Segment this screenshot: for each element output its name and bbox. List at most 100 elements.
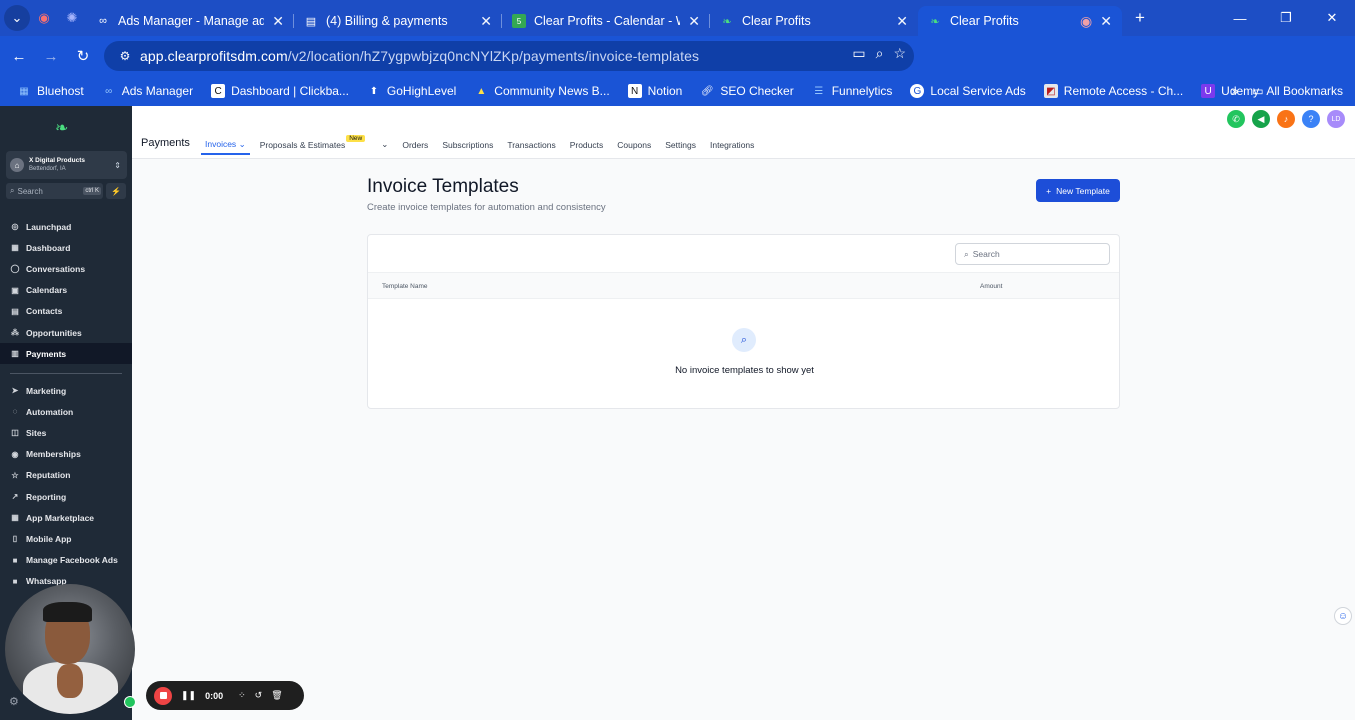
address-bar-row: ← → ↻ ⚙ app.clearprofitsdm.com/v2/locati…: [0, 36, 1355, 104]
close-tab-icon[interactable]: ✕: [1100, 13, 1112, 30]
udemy-icon: U: [1201, 84, 1216, 98]
bookmark-notion[interactable]: N Notion: [619, 84, 692, 98]
tab-coupons[interactable]: Coupons: [617, 140, 651, 150]
search-icon: ⌕: [964, 248, 969, 259]
sidebar-item-marketing[interactable]: ➤ Marketing: [0, 380, 132, 401]
close-tab-icon[interactable]: ✕: [688, 13, 700, 30]
tabs-more-chevron-icon[interactable]: ⌄: [381, 139, 388, 150]
quick-actions-icon[interactable]: ⚡: [106, 183, 126, 199]
camera-icon[interactable]: ▭: [852, 45, 865, 62]
sidebar-item-opportunities[interactable]: ⁂ Opportunities: [0, 322, 132, 343]
url-text: app.clearprofitsdm.com/v2/location/hZ7yg…: [140, 48, 700, 64]
all-bookmarks-button[interactable]: ▭ All Bookmarks: [1252, 84, 1343, 98]
tab-subscriptions[interactable]: Subscriptions: [442, 140, 493, 150]
bookmark-seo-checker[interactable]: 🔗︎ SEO Checker: [691, 84, 802, 98]
shortcut-badge: ctrl K: [83, 187, 101, 195]
record-indicator-icon[interactable]: ◉: [30, 4, 58, 32]
table-toolbar: ⌕ Search: [368, 235, 1119, 273]
bookmark-funnelytics[interactable]: ☰ Funnelytics: [803, 84, 902, 98]
tab-products[interactable]: Products: [570, 140, 604, 150]
pause-icon[interactable]: ❚❚: [181, 690, 196, 701]
recording-toolbar: ❚❚ 0:00 ⁘ ↺ 🗑︎: [146, 681, 304, 710]
browser-tab-clear-profits[interactable]: ❧ Clear Profits ✕: [710, 6, 918, 36]
close-tab-icon[interactable]: ✕: [480, 13, 492, 30]
browser-tab-calendar[interactable]: 5 Clear Profits - Calendar - Week ✕: [502, 6, 710, 36]
page-title: Payments: [141, 137, 190, 149]
payments-tabs: Invoices ⌄ Proposals & Estimates New ⌄ Or…: [201, 134, 768, 155]
site-info-icon[interactable]: ⚙: [110, 49, 140, 63]
browser-tab-clear-profits-active[interactable]: ❧ Clear Profits ◉ ✕: [918, 6, 1122, 36]
close-window-icon[interactable]: ✕: [1309, 10, 1355, 26]
star-icon: ☆: [11, 470, 19, 480]
bookmarks-overflow-button[interactable]: »: [1232, 84, 1239, 98]
restore-icon[interactable]: ❐: [1263, 10, 1309, 26]
sidebar-search[interactable]: ⌕ Search ctrl K: [6, 183, 103, 199]
drag-handle-icon[interactable]: ⁘: [238, 690, 246, 701]
sidebar-item-conversations[interactable]: ◯ Conversations: [0, 258, 132, 279]
automation-icon: ◌: [12, 407, 18, 417]
template-search-input[interactable]: ⌕ Search: [955, 243, 1110, 265]
megaphone-icon[interactable]: ◀: [1252, 110, 1270, 128]
trash-icon[interactable]: 🗑︎: [271, 690, 282, 701]
help-icon[interactable]: ?: [1302, 110, 1320, 128]
bookmark-community-news[interactable]: ▲ Community News B...: [465, 84, 618, 98]
back-icon[interactable]: ←: [3, 40, 35, 72]
bookmark-gohighlevel[interactable]: ⬆ GoHighLevel: [358, 84, 465, 98]
bookmark-bluehost[interactable]: ▦ Bluehost: [8, 84, 93, 98]
zoom-icon[interactable]: ⌕: [876, 45, 884, 62]
column-amount[interactable]: Amount: [980, 283, 1002, 290]
notion-icon: N: [627, 84, 642, 98]
sidebar-item-dashboard[interactable]: ▦ Dashboard: [0, 237, 132, 258]
chat-widget-icon[interactable]: ☺: [1334, 607, 1352, 625]
reload-icon[interactable]: ↻: [67, 40, 99, 72]
bookmark-star-icon[interactable]: ☆: [893, 45, 906, 62]
account-switcher[interactable]: ⌂ X Digital Products Bettendorf, IA ⇕: [6, 151, 127, 179]
sidebar-item-launchpad[interactable]: ◎ Launchpad: [0, 216, 132, 237]
tab-orders[interactable]: Orders: [402, 140, 428, 150]
avatar[interactable]: LD: [1327, 110, 1345, 128]
sidebar-item-payments[interactable]: ▥ Payments: [0, 343, 132, 365]
minimize-icon[interactable]: —: [1217, 11, 1263, 26]
sidebar-item-automation[interactable]: ◌ Automation: [0, 401, 132, 422]
sidebar-item-reputation[interactable]: ☆ Reputation: [0, 465, 132, 486]
calendar-icon: 5: [512, 14, 526, 28]
settings-gear-icon[interactable]: ⚙: [9, 695, 19, 708]
tab-settings[interactable]: Settings: [665, 140, 696, 150]
sidebar-item-reporting[interactable]: ↗ Reporting: [0, 486, 132, 507]
stop-recording-button[interactable]: [154, 686, 172, 705]
tab-invoices[interactable]: Invoices ⌄: [201, 139, 250, 155]
extension-icon[interactable]: ✺: [58, 4, 86, 32]
browser-tab-ads-manager[interactable]: ∞ Ads Manager - Manage ads - A ✕: [86, 6, 294, 36]
browser-tab-billing[interactable]: ▤ (4) Billing & payments ✕: [294, 6, 502, 36]
tab-search-button[interactable]: ⌄: [4, 5, 30, 31]
bookmark-ads-manager[interactable]: ∞ Ads Manager: [93, 84, 202, 98]
tab-proposals-estimates[interactable]: Proposals & Estimates New: [260, 134, 366, 150]
close-tab-icon[interactable]: ✕: [896, 13, 908, 30]
restart-icon[interactable]: ↺: [255, 690, 263, 701]
sites-icon: ◫: [11, 428, 19, 438]
column-template-name[interactable]: Template Name: [382, 283, 428, 290]
new-template-button[interactable]: + New Template: [1036, 179, 1120, 202]
sidebar-item-calendars[interactable]: ▣ Calendars: [0, 280, 132, 301]
ghl-icon: ⬆: [369, 85, 379, 97]
sidebar-item-app-marketplace[interactable]: ▦ App Marketplace: [0, 507, 132, 528]
tab-integrations[interactable]: Integrations: [710, 140, 754, 150]
sidebar-item-manage-facebook-ads[interactable]: ■ Manage Facebook Ads: [0, 550, 132, 571]
forward-icon[interactable]: →: [35, 40, 67, 72]
phone-icon[interactable]: ✆: [1227, 110, 1245, 128]
funnel-icon: ⁂: [11, 328, 19, 338]
sidebar-item-mobile-app[interactable]: ▯ Mobile App: [0, 528, 132, 549]
bookmark-dashboard[interactable]: C Dashboard | Clickba...: [202, 84, 358, 98]
sidebar-item-contacts[interactable]: ▤ Contacts: [0, 301, 132, 322]
bell-icon[interactable]: ♪: [1277, 110, 1295, 128]
sidebar-menu: ◎ Launchpad ▦ Dashboard ◯ Conversations ▣ Ca…: [0, 216, 132, 383]
close-tab-icon[interactable]: ✕: [272, 13, 284, 30]
url-bar[interactable]: ⚙ app.clearprofitsdm.com/v2/location/hZ7…: [104, 41, 914, 71]
bookmark-local-service-ads[interactable]: G Local Service Ads: [901, 84, 1034, 98]
sidebar-item-memberships[interactable]: ◉ Memberships: [0, 444, 132, 465]
sidebar-item-sites[interactable]: ◫ Sites: [0, 422, 132, 443]
bookmark-remote-access[interactable]: ◩ Remote Access - Ch...: [1035, 84, 1192, 98]
new-tab-button[interactable]: +: [1126, 4, 1154, 32]
tab-transactions[interactable]: Transactions: [507, 140, 555, 150]
recording-icon: ◉: [1080, 12, 1093, 29]
